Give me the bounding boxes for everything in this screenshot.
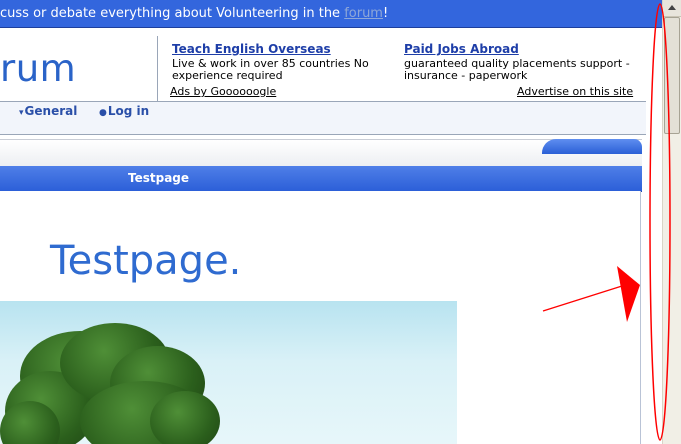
banner-text: cuss or debate everything about Voluntee… — [0, 6, 388, 21]
ad-description: Live & work in over 85 countries No expe… — [172, 57, 369, 82]
tab-strip — [0, 139, 642, 167]
arrow-up-icon — [668, 5, 676, 10]
browser-page: cuss or debate everything about Voluntee… — [0, 0, 662, 444]
page-heading: Testpage. — [50, 238, 242, 284]
tree-photo — [0, 301, 457, 444]
tab-corner-decoration — [542, 139, 642, 154]
forum-link[interactable]: forum — [344, 6, 383, 21]
nav-item-general[interactable]: ▾General — [19, 104, 77, 118]
ads-by-link[interactable]: Ads by Goooooogle — [170, 85, 276, 98]
nav-label: General — [24, 104, 78, 118]
nav-label: Log in — [107, 104, 150, 118]
ad-teach-english[interactable]: Teach English Overseas Live & work in ov… — [172, 42, 378, 82]
content-area: Testpage. — [0, 191, 641, 444]
vertical-scrollbar[interactable] — [662, 0, 681, 444]
nav-bar: ▾General ●Log in — [0, 102, 646, 135]
header-divider — [157, 36, 158, 102]
top-banner: cuss or debate everything about Voluntee… — [0, 0, 662, 28]
scroll-thumb[interactable] — [664, 17, 680, 134]
dropdown-arrow-icon: ▾ — [19, 108, 24, 118]
ad-title[interactable]: Teach English Overseas — [172, 42, 378, 56]
banner-text-before: cuss or debate everything about Voluntee… — [0, 6, 345, 21]
scroll-up-button[interactable] — [663, 0, 681, 17]
site-logo-text[interactable]: rum — [0, 47, 76, 90]
ad-title[interactable]: Paid Jobs Abroad — [404, 42, 644, 56]
banner-text-after: ! — [382, 6, 389, 21]
title-bar-label: Testpage — [128, 171, 190, 185]
ad-description: guaranteed quality placements support - … — [404, 57, 630, 82]
ad-paid-jobs[interactable]: Paid Jobs Abroad guaranteed quality plac… — [404, 42, 644, 82]
bullet-icon: ● — [99, 108, 107, 118]
content-title-bar: Testpage — [0, 166, 642, 192]
nav-item-login[interactable]: ●Log in — [99, 104, 149, 118]
advertise-link[interactable]: Advertise on this site — [517, 85, 633, 98]
